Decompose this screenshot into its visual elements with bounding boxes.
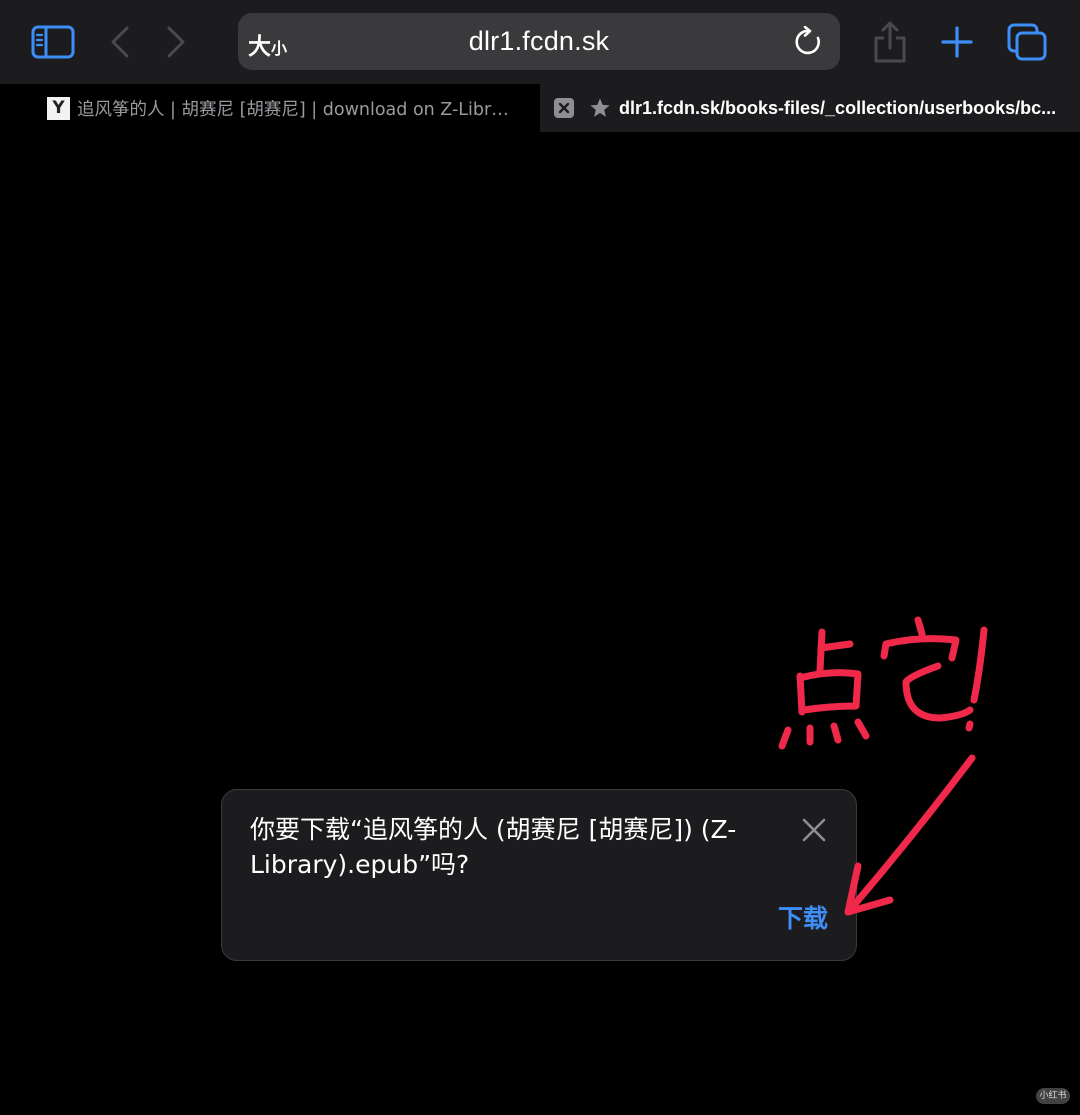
tab-title: dlr1.fcdn.sk/books-files/_collection/use…	[619, 97, 1057, 118]
close-icon	[558, 102, 570, 114]
zlibrary-favicon-icon: Y	[47, 96, 70, 120]
forward-button[interactable]	[160, 22, 192, 62]
tab-overview-button[interactable]	[1002, 18, 1052, 66]
browser-toolbar: 大 小 dlr1.fcdn.sk	[0, 0, 1080, 84]
download-prompt-message: 你要下载“追风筝的人 (胡赛尼 [胡赛尼]) (Z-Library).epub”…	[250, 815, 737, 879]
share-button[interactable]	[868, 18, 912, 66]
new-tab-button[interactable]	[934, 20, 980, 64]
star-icon	[589, 97, 611, 119]
address-bar[interactable]: 大 小 dlr1.fcdn.sk	[238, 13, 840, 70]
back-button[interactable]	[104, 22, 136, 62]
reload-button[interactable]	[792, 25, 826, 59]
tabs-icon	[1007, 23, 1047, 61]
sidebar-button[interactable]	[28, 22, 78, 62]
share-icon	[874, 21, 906, 63]
watermark-logo: 小红书	[1036, 1088, 1070, 1104]
url-text[interactable]: dlr1.fcdn.sk	[238, 26, 840, 56]
chevron-left-icon	[111, 26, 129, 58]
tab-close-button[interactable]	[554, 98, 574, 118]
sidebar-icon	[31, 25, 75, 59]
tab-download-file[interactable]: dlr1.fcdn.sk/books-files/_collection/use…	[540, 84, 1080, 132]
tab-strip: Y 追风筝的人 | 胡赛尼 [胡赛尼] | download on Z-Libr…	[0, 84, 1080, 132]
chevron-right-icon	[167, 26, 185, 58]
plus-icon	[941, 26, 973, 58]
reload-icon	[795, 26, 820, 55]
tab-zlibrary[interactable]: Y 追风筝的人 | 胡赛尼 [胡赛尼] | download on Z-Libr…	[0, 84, 540, 132]
handwritten-annotation	[778, 616, 988, 916]
tab-title: 追风筝的人 | 胡赛尼 [胡赛尼] | download on Z-Librar…	[77, 99, 517, 120]
